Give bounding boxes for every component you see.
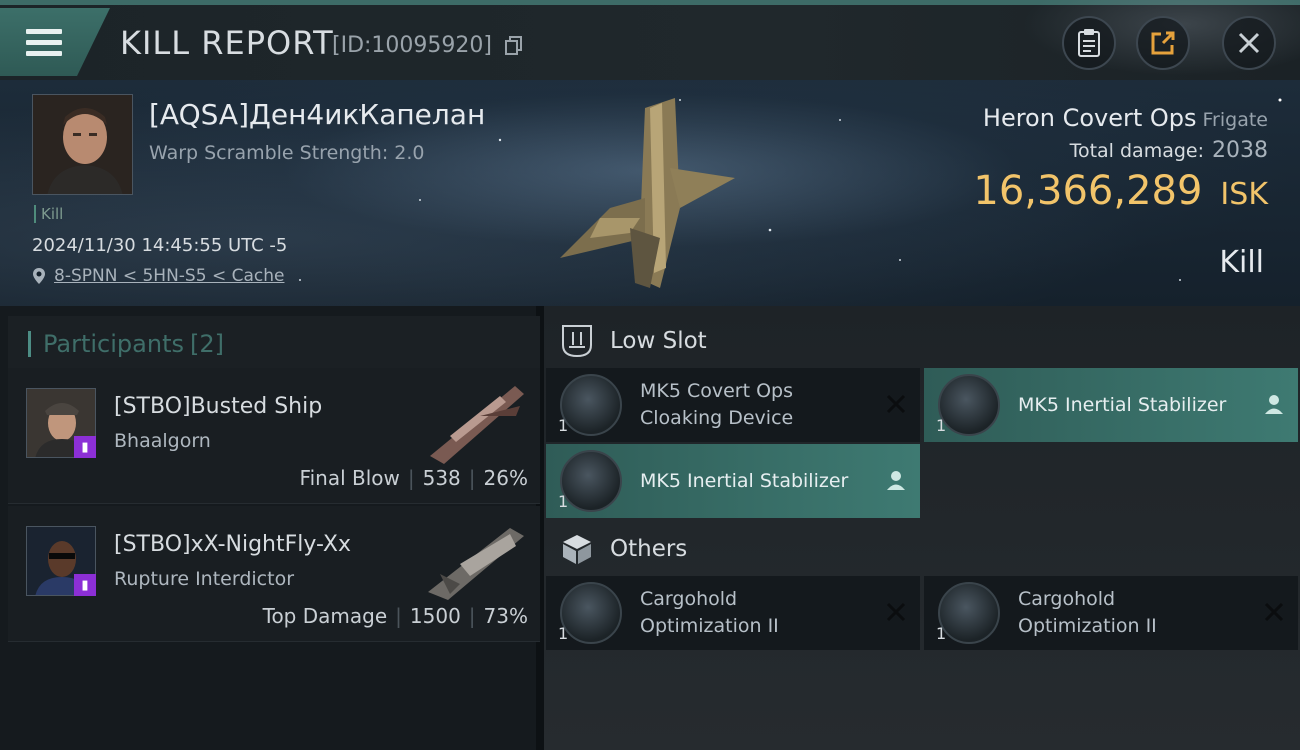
total-damage-label: Total damage:	[1069, 140, 1204, 162]
close-button[interactable]	[1222, 16, 1276, 70]
inertial-stabilizer-icon	[560, 450, 622, 512]
module-item[interactable]: 1 MK5 Inertial Stabilizer	[924, 368, 1298, 442]
kill-result: Kill	[1219, 245, 1264, 280]
module-quantity: 1	[558, 492, 569, 511]
destroyed-x-icon	[1264, 602, 1284, 622]
destroyed-x-icon	[886, 602, 906, 622]
module-item[interactable]: 1 Cargohold Optimization II	[546, 576, 920, 650]
menu-button[interactable]	[0, 8, 110, 76]
victim-ship-class: Frigate	[1202, 109, 1268, 131]
module-item[interactable]: 1 MK5 Inertial Stabilizer	[546, 444, 920, 518]
victim-avatar	[33, 95, 132, 194]
top-bar: KILL REPORT [ID:10095920]	[0, 0, 1300, 80]
module-name-line2: Cloaking Device	[640, 407, 794, 429]
module-item[interactable]: 1 Cargohold Optimization II	[924, 576, 1298, 650]
cargo-box-icon	[563, 535, 591, 564]
others-header: Others	[544, 520, 1300, 578]
module-quantity: 1	[936, 624, 947, 643]
participant-role: Top Damage	[262, 604, 388, 628]
participant-row[interactable]: ▮ [STBO]Busted Ship Bhaalgorn Final Blow…	[8, 368, 540, 504]
report-id: [ID:10095920]	[332, 33, 492, 58]
inertial-stabilizer-icon	[938, 374, 1000, 436]
share-icon	[1151, 31, 1175, 55]
total-damage-value: 2038	[1212, 138, 1268, 163]
location-pin-icon	[33, 268, 45, 284]
drone-badge-icon: ▮	[74, 574, 96, 596]
participants-label: Participants	[43, 330, 184, 358]
participant-stats: Final Blow | 538 | 26%	[299, 466, 528, 490]
total-damage: Total damage: 2038	[1070, 138, 1268, 163]
kill-timestamp: 2024/11/30 14:45:55 UTC -5	[32, 235, 288, 256]
person-icon	[1265, 395, 1283, 414]
module-name: MK5 Inertial Stabilizer	[640, 470, 849, 492]
cargohold-optimization-icon	[560, 582, 622, 644]
victim-ship[interactable]: Heron Covert Ops Frigate	[983, 104, 1268, 132]
participant-percent: 26%	[483, 466, 528, 490]
warp-scramble-strength: Warp Scramble Strength: 2.0	[149, 142, 425, 164]
victim-summary: [AQSA]Ден4икКапелан Warp Scramble Streng…	[0, 80, 1300, 306]
participant-damage: 538	[422, 466, 461, 490]
participants-count: [2]	[189, 330, 224, 358]
close-icon	[1238, 32, 1260, 54]
kill-location[interactable]: 8-SPNN < 5HN-S5 < Cache	[32, 266, 284, 286]
isk-value: 16,366,289 ISK	[973, 168, 1268, 214]
destroyed-x-icon	[886, 394, 906, 414]
participant-name: [STBO]Busted Ship	[114, 394, 323, 419]
cloaking-device-icon	[560, 374, 622, 436]
others-label: Others	[610, 536, 688, 562]
location-link[interactable]: 8-SPNN < 5HN-S5 < Cache	[54, 266, 284, 286]
participant-ship: Bhaalgorn	[114, 430, 211, 452]
module-name-line2: Optimization II	[640, 615, 779, 637]
participants-header-accent	[28, 331, 31, 357]
participants-header: Participants [2]	[8, 316, 540, 372]
victim-name[interactable]: [AQSA]Ден4икКапелан	[149, 98, 485, 131]
participant-role: Final Blow	[299, 466, 400, 490]
person-icon	[887, 471, 905, 490]
clipboard-button[interactable]	[1062, 16, 1116, 70]
low-slot-header: Low Slot	[544, 312, 1300, 370]
isk-amount: 16,366,289	[973, 168, 1203, 214]
module-name: MK5 Inertial Stabilizer	[1018, 394, 1227, 416]
participant-name: [STBO]xX-NightFly-Xx	[114, 532, 351, 557]
module-quantity: 1	[558, 416, 569, 435]
copy-icon[interactable]	[505, 36, 523, 56]
module-name: MK5 Covert Ops	[640, 380, 794, 402]
clipboard-icon	[1078, 29, 1100, 57]
participants-panel: Participants [2] ▮ [STBO]Busted Ship Bha…	[0, 306, 540, 750]
participant-ship: Rupture Interdictor	[114, 568, 294, 590]
module-quantity: 1	[558, 624, 569, 643]
module-name-line2: Optimization II	[1018, 615, 1157, 637]
isk-unit: ISK	[1220, 177, 1268, 212]
participant-ship-image	[428, 528, 524, 600]
participant-ship-image	[430, 386, 524, 464]
fitting-panel: Low Slot 1 MK5 Covert Ops Cloaking Devic…	[544, 306, 1300, 750]
module-name: Cargohold	[1018, 588, 1116, 610]
module-name: Cargohold	[640, 588, 738, 610]
menu-icon	[26, 28, 62, 56]
participant-damage: 1500	[409, 604, 461, 628]
victim-ship-image	[560, 98, 735, 288]
kill-tag: Kill	[34, 205, 63, 223]
victim-portrait[interactable]	[32, 94, 133, 195]
cargohold-optimization-icon	[938, 582, 1000, 644]
module-item[interactable]: 1 MK5 Covert Ops Cloaking Device	[546, 368, 920, 442]
page-title: KILL REPORT	[120, 24, 334, 62]
low-slot-icon	[562, 325, 592, 358]
share-button[interactable]	[1136, 16, 1190, 70]
module-quantity: 1	[936, 416, 947, 435]
participant-row[interactable]: ▮ [STBO]xX-NightFly-Xx Rupture Interdict…	[8, 506, 540, 642]
victim-ship-name: Heron Covert Ops	[982, 104, 1197, 132]
participant-stats: Top Damage | 1500 | 73%	[262, 604, 528, 628]
drone-badge-icon: ▮	[74, 436, 96, 458]
participant-percent: 73%	[483, 604, 528, 628]
low-slot-label: Low Slot	[610, 328, 707, 354]
